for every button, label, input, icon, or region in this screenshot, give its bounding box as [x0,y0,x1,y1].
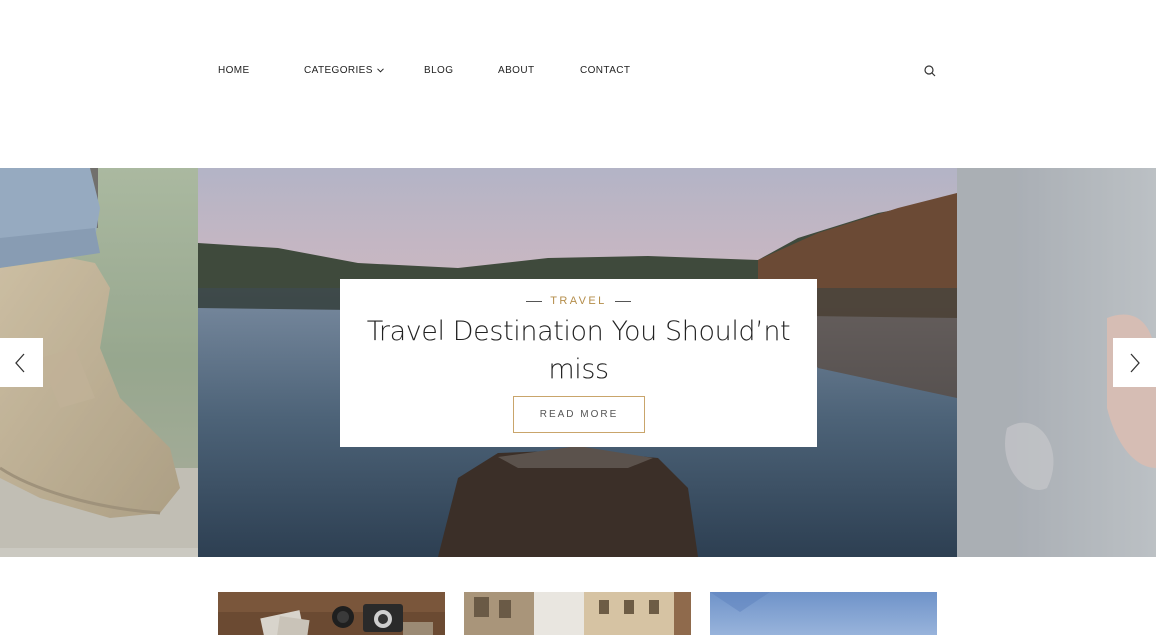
post-thumbnail[interactable] [464,592,691,635]
nav-categories[interactable]: CATEGORIES [304,65,384,76]
post-thumbnail[interactable] [710,592,937,635]
slide-category-label: TRAVEL [550,295,607,307]
chevron-down-icon [376,65,384,76]
post-thumbnail[interactable] [218,592,445,635]
chevron-right-icon [1130,353,1140,373]
nav-contact[interactable]: CONTACT [580,65,630,76]
slider-next-button[interactable] [1113,338,1156,387]
slide-caption-card: TRAVEL Travel Destination You Should’nt … [340,279,817,447]
chevron-left-icon [15,353,25,373]
slide-category[interactable]: TRAVEL [340,295,817,307]
nav-blog[interactable]: BLOG [424,65,453,76]
hero-slider: TRAVEL Travel Destination You Should’nt … [0,168,1156,557]
search-icon[interactable] [922,63,938,79]
main-navigation: HOME CATEGORIES BLOG ABOUT CONTACT [0,0,1156,168]
read-more-button[interactable]: READ MORE [513,396,645,433]
nav-about[interactable]: ABOUT [498,65,534,76]
slide-title[interactable]: Travel Destination You Should’nt miss [360,313,797,389]
nav-categories-label: CATEGORIES [304,65,373,77]
slider-prev-button[interactable] [0,338,43,387]
nav-home[interactable]: HOME [218,65,250,76]
